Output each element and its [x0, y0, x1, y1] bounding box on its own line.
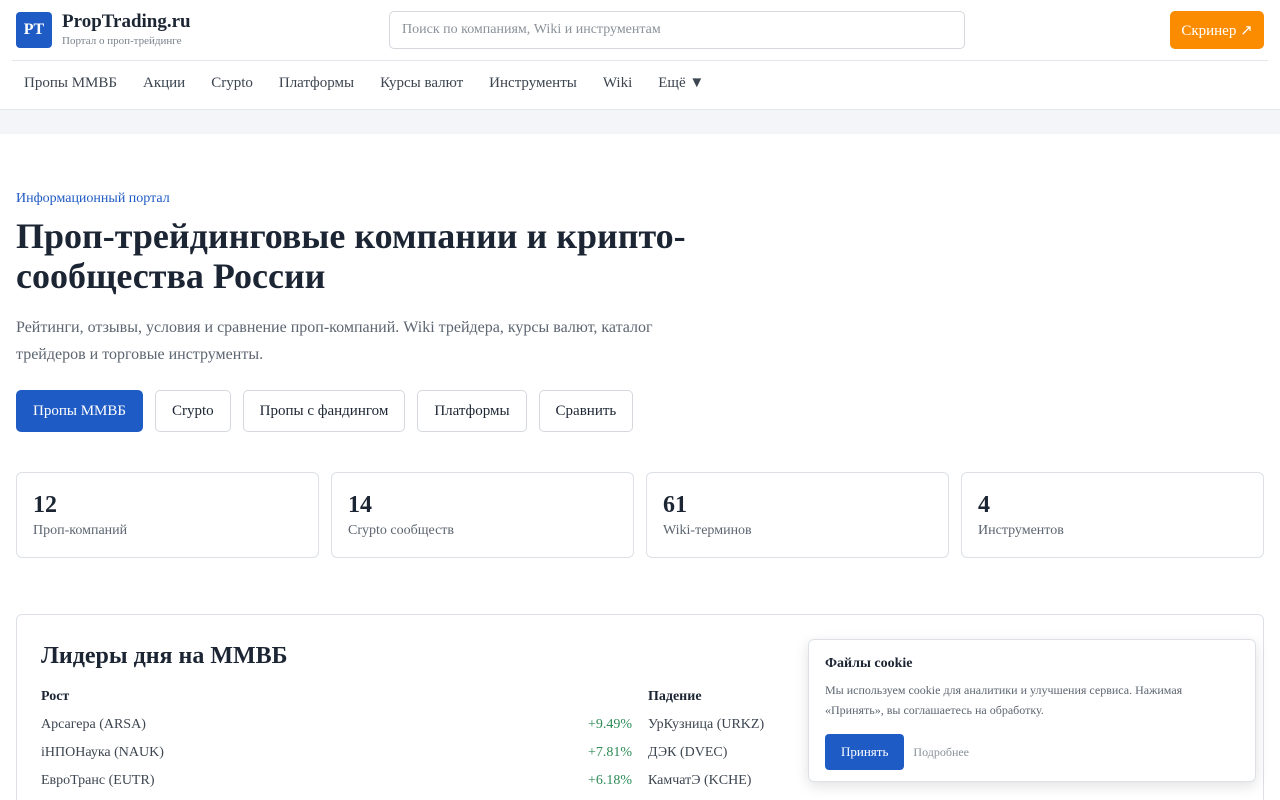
growth-row-name[interactable]: iНПОНаука (NAUK)	[41, 745, 164, 761]
growth-header: Рост	[41, 689, 70, 704]
growth-row-pct: +9.49%	[587, 717, 632, 732]
growth-row-pct: +7.81%	[587, 745, 632, 760]
cookie-accept-button[interactable]: Принять	[825, 734, 905, 770]
hero-cta-row: Пропы ММВБ Crypto Пропы с фандингом Плат…	[16, 390, 645, 432]
fall-header: Падение	[648, 689, 702, 704]
cta-compare-button[interactable]: Сравнить	[538, 390, 634, 432]
stat-value: 14	[348, 492, 372, 518]
stat-card-wiki-terms[interactable]: 61 Wiki-терминов	[646, 472, 949, 558]
growth-row-name[interactable]: Арсагера (ARSA)	[41, 717, 146, 733]
stat-card-tools[interactable]: 4 Инструментов	[961, 472, 1264, 558]
hero-description: Рейтинги, отзывы, условия и сравнение пр…	[16, 319, 653, 363]
nav-item-crypto[interactable]: Crypto	[211, 75, 253, 92]
stat-card-prop-companies[interactable]: 12 Проп-компаний	[16, 472, 319, 558]
fall-row-name[interactable]: УрКузница (URKZ)	[648, 717, 764, 733]
stat-value: 4	[978, 492, 990, 518]
stat-value: 61	[663, 492, 687, 518]
cookie-text: Мы используем cookie для аналитики и улу…	[825, 683, 1183, 717]
main-nav: Пропы ММВБ Акции Crypto Платформы Курсы …	[24, 75, 730, 92]
fall-row-name[interactable]: ДЭК (DVEC)	[648, 745, 727, 761]
header-divider	[12, 60, 1268, 61]
fall-row-name[interactable]: КамчатЭ (KCHE)	[648, 773, 751, 789]
site-header: PT PropTrading.ru Портал о проп-трейдинг…	[0, 0, 1280, 110]
brand-tagline: Портал о проп-трейдинге	[62, 35, 182, 47]
leaders-title: Лидеры дня на ММВБ	[41, 643, 288, 669]
search-input[interactable]	[389, 11, 965, 49]
stats-row: 12 Проп-компаний 14 Crypto сообществ 61 …	[16, 472, 1264, 558]
nav-item-platforms[interactable]: Платформы	[279, 75, 354, 92]
stat-value: 12	[33, 492, 57, 518]
page-title: Проп-трейдинговые компании и крипто-сооб…	[16, 216, 686, 296]
cookie-actions: Принять Подробнее	[825, 734, 1239, 770]
stat-label: Crypto сообществ	[348, 523, 455, 538]
cookie-banner: Файлы cookie Мы используем cookie для ан…	[808, 639, 1256, 782]
nav-item-stocks[interactable]: Акции	[143, 75, 185, 92]
screener-button[interactable]: Скринер ↗	[1170, 11, 1264, 49]
stat-label: Wiki-терминов	[663, 523, 752, 538]
growth-row-pct: +6.18%	[587, 773, 632, 788]
stat-label: Проп-компаний	[33, 523, 128, 538]
logo-icon[interactable]: PT	[16, 12, 52, 48]
nav-item-props-mmvb[interactable]: Пропы ММВБ	[24, 75, 117, 92]
header-spacer	[0, 110, 1280, 134]
cta-platforms-button[interactable]: Платформы	[417, 390, 527, 432]
hero-eyebrow: Информационный портал	[16, 191, 170, 206]
cta-funded-props-button[interactable]: Пропы с фандингом	[242, 390, 406, 432]
nav-item-tools[interactable]: Инструменты	[489, 75, 577, 92]
nav-item-more[interactable]: Ещё ▼	[658, 75, 704, 92]
growth-row-name[interactable]: ЕвроТранс (EUTR)	[41, 773, 154, 789]
cookie-more-link[interactable]: Подробнее	[913, 745, 969, 760]
cookie-title: Файлы cookie	[825, 656, 913, 671]
stat-label: Инструментов	[978, 523, 1064, 538]
cta-crypto-button[interactable]: Crypto	[154, 390, 231, 432]
brand-name[interactable]: PropTrading.ru	[62, 11, 191, 33]
cta-props-mmvb-button[interactable]: Пропы ММВБ	[16, 390, 143, 432]
nav-item-currency-rates[interactable]: Курсы валют	[380, 75, 463, 92]
stat-card-crypto-communities[interactable]: 14 Crypto сообществ	[331, 472, 634, 558]
nav-item-wiki[interactable]: Wiki	[603, 75, 632, 92]
